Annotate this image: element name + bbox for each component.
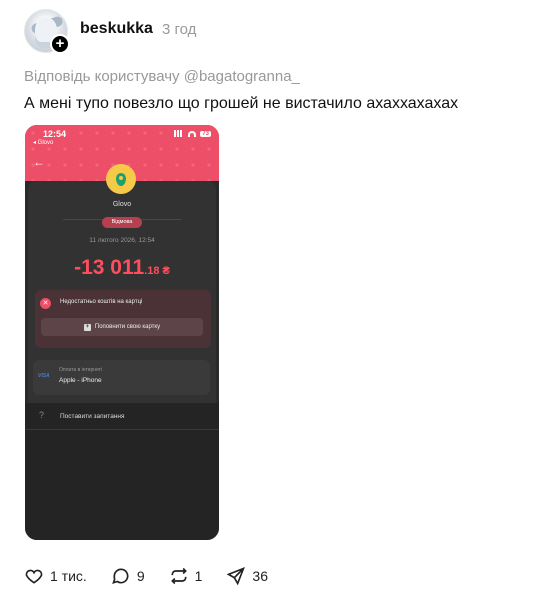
signal-icon — [174, 130, 185, 137]
topup-label: Поповнити свою картку — [94, 324, 161, 330]
comment-count: 9 — [136, 568, 145, 584]
merchant-logo-icon — [106, 164, 136, 194]
error-text: Недостатньо коштів на картці — [60, 299, 143, 305]
help-text: Поставити запитання — [60, 413, 125, 420]
share-button[interactable]: 36 — [226, 566, 268, 586]
comment-icon — [112, 568, 129, 584]
wifi-icon — [188, 130, 197, 137]
error-box: ✕ Недостатньо коштів на картці + Поповни… — [35, 290, 211, 348]
heart-icon — [25, 569, 43, 584]
like-button[interactable]: 1 тис. — [24, 566, 87, 586]
status-back-app: ◂ Glovo — [33, 140, 54, 146]
back-arrow-icon: ← — [33, 155, 45, 169]
repost-button[interactable]: 1 — [169, 566, 203, 586]
post-text: А мені тупо повезло що грошей не вистачи… — [24, 95, 459, 112]
post-time: 3 год — [162, 21, 197, 38]
payment-method-row: VISA Оплата в інтернеті Apple - iPhone — [33, 360, 210, 395]
payment-value: Apple - iPhone — [59, 377, 102, 384]
status-time: 12:54 — [43, 129, 67, 139]
merchant-name: Glovo — [112, 201, 132, 208]
topup-icon: + — [83, 323, 91, 331]
question-icon: ? — [39, 410, 45, 420]
amount-main: -13 011 — [74, 256, 145, 279]
username[interactable]: beskukka — [80, 20, 153, 38]
help-row: ? Поставити запитання — [25, 405, 219, 430]
payment-label: Оплата в інтернеті — [59, 367, 103, 373]
repost-count: 1 — [194, 568, 203, 584]
repost-icon — [170, 567, 187, 585]
transaction-amount: -13 011.18 ₴ — [25, 256, 219, 280]
like-count: 1 тис. — [50, 568, 87, 584]
status-badge: Відмова — [102, 217, 142, 228]
attached-screenshot[interactable]: 12:54 ◂ Glovo 73 ← Glovo Відмова 11 люто… — [25, 125, 219, 540]
status-icons: 73 — [174, 130, 211, 137]
transaction-datetime: 11 лютого 2026, 12:54 — [89, 237, 155, 244]
topup-button: + Поповнити свою картку — [41, 318, 203, 336]
error-close-icon: ✕ — [40, 298, 51, 309]
share-count: 36 — [252, 568, 268, 584]
send-icon — [226, 567, 246, 586]
follow-plus-icon[interactable]: + — [50, 34, 70, 54]
battery-icon: 73 — [200, 130, 211, 137]
comment-button[interactable]: 9 — [111, 566, 145, 586]
amount-decimal: .18 ₴ — [144, 265, 170, 277]
reply-to-label[interactable]: Відповідь користувачу @bagatogranna_ — [24, 68, 300, 85]
visa-icon: VISA — [38, 373, 50, 379]
action-bar: 1 тис. 9 1 36 — [24, 565, 292, 587]
